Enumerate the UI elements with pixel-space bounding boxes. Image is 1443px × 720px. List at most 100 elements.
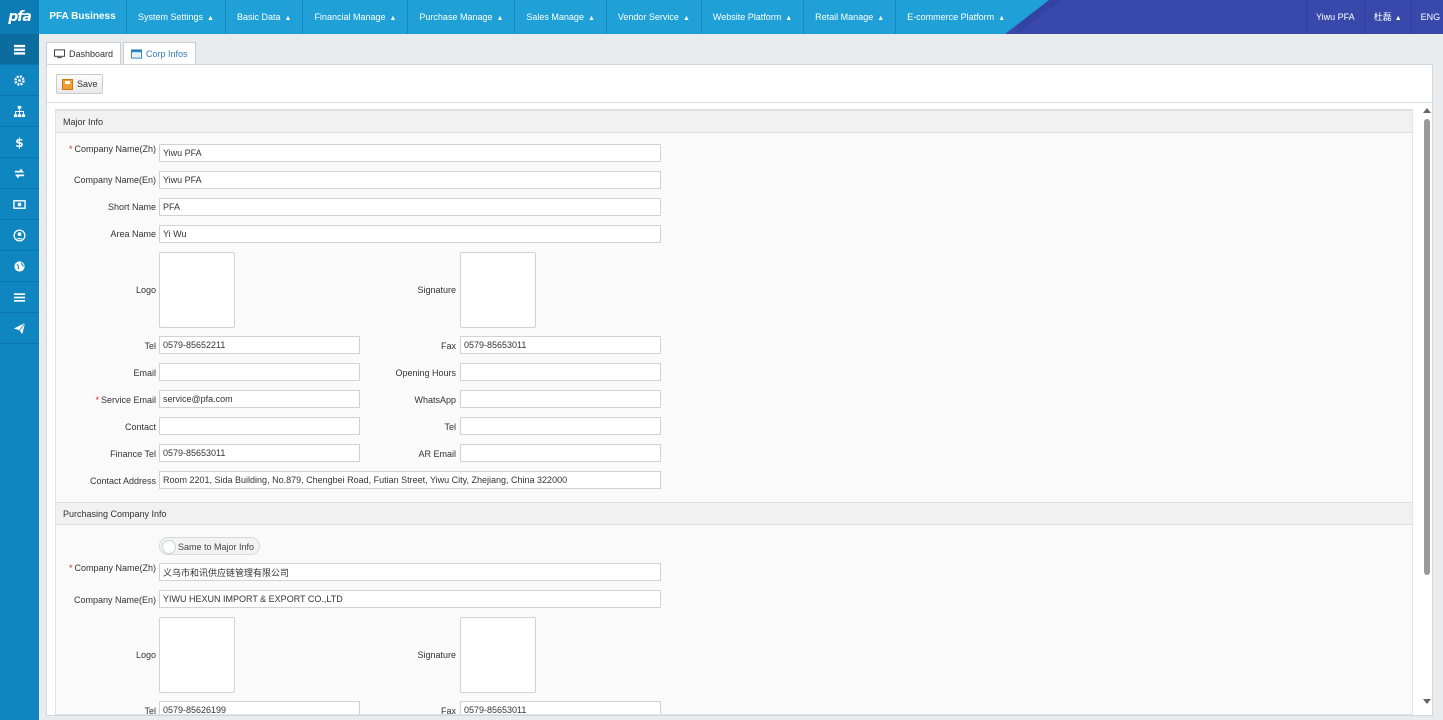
user-name: 杜磊 (1373, 12, 1392, 22)
sidebar-user[interactable] (0, 220, 39, 251)
sidebar-list[interactable] (0, 34, 39, 65)
user-dropdown[interactable]: 杜磊 ▲ (1363, 0, 1411, 34)
logo-upload[interactable] (159, 252, 235, 328)
tel-input[interactable] (159, 336, 360, 354)
sidebar-settings[interactable] (0, 65, 39, 96)
sidebar-finance[interactable]: $ (0, 127, 39, 158)
sidebar-money[interactable] (0, 189, 39, 220)
tab-dashboard[interactable]: Dashboard (46, 42, 122, 64)
section-header-major: Major Info (56, 110, 1412, 133)
purchasing-tel-input[interactable] (159, 701, 360, 714)
short-name-input[interactable] (159, 198, 661, 216)
company-name-zh-input[interactable] (159, 144, 661, 162)
caret-up-icon: ▲ (1394, 15, 1402, 22)
dollar-icon: $ (15, 136, 23, 149)
caret-up-icon: ▲ (284, 15, 292, 22)
vertical-scrollbar[interactable] (1421, 105, 1433, 711)
menu-basic-data[interactable]: Basic Data ▲ (226, 0, 304, 34)
label-email: Email (133, 368, 156, 378)
menu-label: Sales Manage (526, 12, 584, 22)
whatsapp-input[interactable] (460, 390, 661, 408)
opening-hours-input[interactable] (460, 363, 661, 381)
contact-address-input[interactable] (159, 471, 661, 489)
ar-email-input[interactable] (460, 444, 661, 462)
company-switcher[interactable]: Yiwu PFA (1306, 0, 1364, 34)
scroll-down-arrow-icon[interactable] (1423, 699, 1431, 704)
menu-sales-manage[interactable]: Sales Manage ▲ (515, 0, 607, 34)
purchasing-company-name-zh-input[interactable] (159, 563, 661, 581)
label-tel-2: Tel (444, 422, 456, 432)
menu-retail-manage[interactable]: Retail Manage ▲ (804, 0, 897, 34)
caret-up-icon: ▲ (587, 15, 595, 22)
label-purchasing-company-name-zh: * Company Name(Zh) (68, 563, 156, 573)
money-icon (13, 199, 26, 209)
purchasing-logo-upload[interactable] (159, 617, 235, 693)
caret-up-icon: ▲ (877, 15, 885, 22)
purchasing-fax-input[interactable] (460, 701, 661, 714)
label-fax: Fax (440, 341, 456, 351)
save-button[interactable]: Save (56, 74, 103, 94)
fax-input[interactable] (460, 336, 661, 354)
sidebar: $ (0, 34, 39, 720)
gear-icon (14, 74, 25, 86)
label-signature: Signature (417, 285, 456, 295)
sidebar-globe[interactable] (0, 251, 39, 282)
tel-2-input[interactable] (460, 417, 661, 435)
label-service-email: * Service Email (95, 395, 156, 405)
tab-bar: Dashboard Corp Infos (46, 42, 198, 64)
finance-tel-input[interactable] (159, 444, 360, 462)
purchasing-signature-upload[interactable] (460, 617, 536, 693)
signature-upload[interactable] (460, 252, 536, 328)
menu-financial-manage[interactable]: Financial Manage ▲ (303, 0, 409, 34)
app-logo[interactable]: pfa (0, 0, 39, 34)
scrollbar-thumb[interactable] (1424, 119, 1430, 575)
same-to-major-toggle[interactable]: Same to Major Info (159, 537, 261, 555)
menu-label: Retail Manage (815, 12, 874, 22)
label-purchasing-fax: Fax (440, 706, 456, 715)
label-purchasing-logo: Logo (135, 650, 156, 660)
label-ar-email: AR Email (418, 449, 456, 459)
menu-label: System Settings (138, 12, 204, 22)
menu-purchase-manage[interactable]: Purchase Manage ▲ (408, 0, 516, 34)
menu-label: Financial Manage (314, 12, 386, 22)
svg-text:$: $ (15, 136, 23, 149)
sidebar-exchange[interactable] (0, 158, 39, 189)
menu-label: Purchase Manage (419, 12, 493, 22)
menu-system-settings[interactable]: System Settings ▲ (127, 0, 226, 34)
tab-corp-infos[interactable]: Corp Infos (123, 42, 196, 64)
scroll-up-arrow-icon[interactable] (1423, 108, 1431, 113)
user-menu: Yiwu PFA 杜磊 ▲ ENG (1306, 0, 1443, 34)
toolbar: Save (47, 65, 1432, 103)
company-name-en-input[interactable] (159, 171, 661, 189)
contact-input[interactable] (159, 417, 360, 435)
label-purchasing-company-name-en: Company Name(En) (73, 595, 156, 605)
brand-title[interactable]: PFA Business (39, 0, 127, 34)
main-panel: Save Major Info *Company Name(Zh) Compan… (46, 64, 1433, 716)
email-input[interactable] (159, 363, 360, 381)
purchasing-company-name-en-input[interactable] (159, 590, 661, 608)
sidebar-menu[interactable] (0, 282, 39, 313)
label-contact: Contact (124, 422, 156, 432)
label-opening-hours: Opening Hours (395, 368, 456, 378)
sidebar-organization[interactable] (0, 96, 39, 127)
label-company-name-zh: * Company Name(Zh) (68, 144, 156, 154)
tab-label: Corp Infos (146, 48, 188, 59)
service-email-input[interactable] (159, 390, 360, 408)
language-switch[interactable]: ENG (1410, 0, 1443, 34)
save-label: Save (77, 79, 98, 89)
caret-up-icon: ▲ (682, 15, 690, 22)
label-purchasing-tel: Tel (144, 706, 156, 715)
menu-label: Website Platform (712, 12, 782, 22)
menu-vendor-service[interactable]: Vendor Service ▲ (607, 0, 702, 34)
card-icon (131, 48, 143, 59)
label-text: Service Email (100, 395, 156, 405)
send-icon (13, 322, 26, 334)
area-name-input[interactable] (159, 225, 661, 243)
label-area-name: Area Name (110, 229, 156, 239)
main-menu: System Settings ▲ Basic Data ▲ Financial M… (127, 0, 1018, 34)
label-logo: Logo (135, 285, 156, 295)
menu-website-platform[interactable]: Website Platform ▲ (702, 0, 805, 34)
form-scroll-area[interactable]: Major Info *Company Name(Zh) Company Nam… (55, 109, 1413, 715)
menu-ecommerce-platform[interactable]: E-commerce Platform ▲ (896, 0, 1018, 34)
sidebar-send[interactable] (0, 313, 39, 344)
